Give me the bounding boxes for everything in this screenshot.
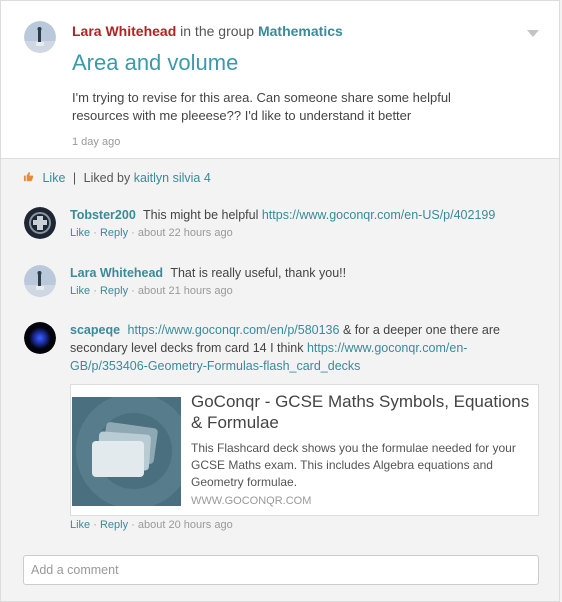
avatar-lara-whitehead[interactable] (24, 21, 56, 53)
comment-reply-button[interactable]: Reply (100, 519, 128, 531)
comment-author-link[interactable]: scapeqe (70, 323, 120, 337)
comment-reply-button[interactable]: Reply (100, 285, 128, 297)
comment-author-link[interactable]: Lara Whitehead (70, 266, 163, 280)
comment-like-button[interactable]: Like (70, 285, 90, 297)
liked-by-text: Liked by (83, 171, 131, 185)
link-preview-domain: WWW.GOCONQR.COM (191, 495, 312, 507)
avatar-lara-whitehead[interactable] (24, 265, 56, 297)
comment-url-link[interactable]: https://www.goconqr.com/en/p/580136 (128, 323, 340, 337)
comment-timestamp: about 21 hours ago (137, 285, 233, 297)
meta-dot: · (131, 285, 135, 297)
group-link[interactable]: Mathematics (258, 23, 343, 39)
comment-body: This might be helpful (143, 208, 259, 222)
comment-meta: Like · Reply · about 22 hours ago (70, 227, 233, 239)
comment-reply-button[interactable]: Reply (100, 227, 128, 239)
comment-text: Lara Whitehead That is really useful, th… (70, 264, 540, 282)
meta-dot: · (93, 227, 97, 239)
comment: Tobster200 This might be helpful https:/… (24, 206, 544, 246)
post-author-link[interactable]: Lara Whitehead (72, 23, 176, 39)
comment-timestamp: about 22 hours ago (137, 227, 233, 239)
post-title: Area and volume (72, 50, 239, 75)
post: Lara Whitehead in the group Mathematics … (1, 1, 559, 159)
link-preview-title[interactable]: GoConqr - GCSE Maths Symbols, Equations … (191, 391, 531, 433)
like-button[interactable]: Like (42, 171, 65, 185)
likes-separator: | (72, 171, 77, 185)
add-comment-input[interactable] (23, 555, 539, 585)
meta-dot: · (131, 227, 135, 239)
meta-dot: · (93, 519, 97, 531)
flashcards-icon (72, 397, 181, 506)
comment-url-link[interactable]: https://www.goconqr.com/en-US/p/402199 (262, 208, 495, 222)
in-group-text: in the group (180, 23, 255, 39)
post-body: I'm trying to revise for this area. Can … (72, 90, 451, 123)
meta-dot: · (93, 285, 97, 297)
link-preview-card[interactable]: GoConqr - GCSE Maths Symbols, Equations … (70, 384, 539, 516)
comment-like-button[interactable]: Like (70, 519, 90, 531)
comment-timestamp: about 20 hours ago (137, 519, 233, 531)
link-preview-description: This Flashcard deck shows you the formul… (191, 441, 516, 489)
caret-down-icon[interactable] (527, 30, 539, 37)
post-header: Lara Whitehead in the group Mathematics (72, 23, 343, 39)
likes-bar: Like | Liked by kaitlyn silvia 4 (23, 171, 211, 185)
avatar-scapeqe[interactable] (24, 322, 56, 354)
liker-link[interactable]: kaitlyn silvia 4 (134, 171, 211, 185)
comment: Lara Whitehead That is really useful, th… (24, 264, 544, 304)
comment-text: Tobster200 This might be helpful https:/… (70, 206, 540, 224)
comment-author-link[interactable]: Tobster200 (70, 208, 136, 222)
post-timestamp: 1 day ago (72, 136, 121, 148)
thumbs-up-icon[interactable] (23, 171, 35, 185)
comment-meta: Like · Reply · about 20 hours ago (70, 519, 233, 531)
comment-text: scapeqe https://www.goconqr.com/en/p/580… (70, 321, 540, 375)
comment-meta: Like · Reply · about 21 hours ago (70, 285, 233, 297)
comment-body: That is really useful, thank you!! (170, 266, 347, 280)
meta-dot: · (131, 519, 135, 531)
comment-like-button[interactable]: Like (70, 227, 90, 239)
avatar-tobster200[interactable] (24, 207, 56, 239)
group-post-card: Lara Whitehead in the group Mathematics … (0, 0, 560, 602)
